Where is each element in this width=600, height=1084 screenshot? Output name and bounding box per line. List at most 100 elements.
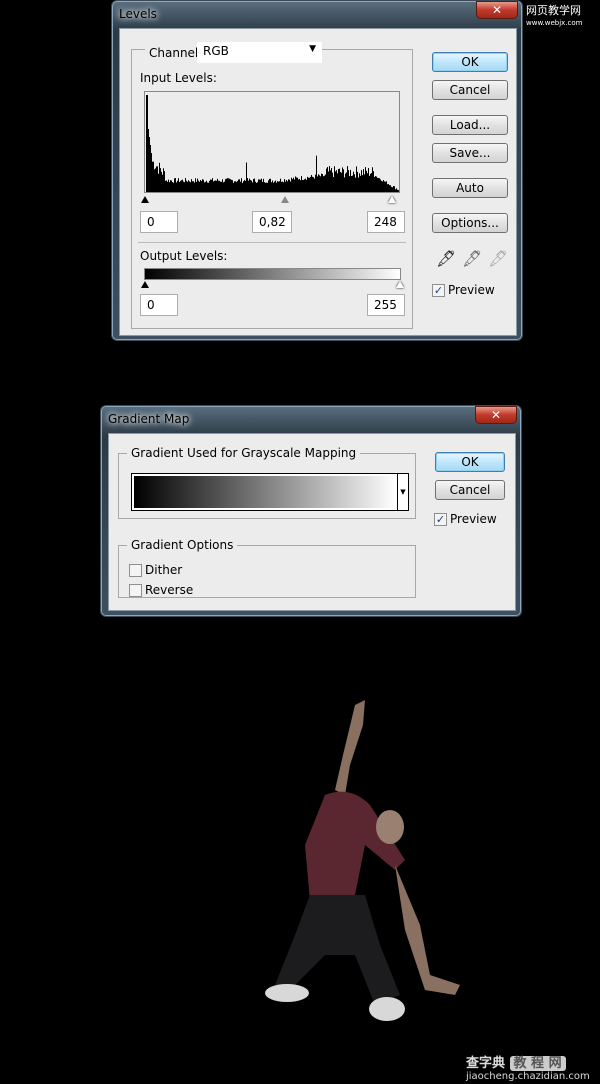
- histogram-bar: [384, 181, 385, 192]
- histogram-bar: [213, 181, 214, 192]
- output-black-field[interactable]: 0: [140, 294, 178, 316]
- histogram-bar: [224, 181, 225, 192]
- gradient-picker[interactable]: ▼: [131, 473, 409, 511]
- histogram-bar: [332, 172, 333, 192]
- input-black-slider[interactable]: [141, 196, 149, 203]
- histogram-bar: [394, 186, 395, 192]
- channel-select[interactable]: RGB ▼: [197, 42, 322, 63]
- histogram-bar: [362, 175, 363, 192]
- histogram-bar: [287, 181, 288, 192]
- load-button[interactable]: Load...: [432, 115, 508, 135]
- histogram-bar: [233, 182, 234, 192]
- preview-checkbox[interactable]: ✓: [434, 513, 447, 526]
- histogram-bar: [357, 171, 358, 192]
- histogram-bar: [251, 180, 252, 192]
- histogram-bar: [169, 182, 170, 192]
- ok-button[interactable]: OK: [432, 52, 508, 72]
- histogram-bar: [187, 181, 188, 192]
- histogram-bar: [323, 176, 324, 192]
- histogram-bar: [194, 182, 195, 192]
- histogram-bar: [246, 162, 247, 192]
- cancel-button[interactable]: Cancel: [432, 80, 508, 100]
- histogram-bar: [356, 166, 357, 192]
- histogram-bar: [285, 181, 286, 192]
- output-white-field[interactable]: 255: [367, 294, 405, 316]
- histogram-bar: [365, 167, 366, 192]
- gray-eyedropper-icon[interactable]: 🖋: [462, 249, 482, 268]
- histogram-bar: [196, 181, 197, 192]
- ok-button[interactable]: OK: [435, 452, 505, 472]
- close-button[interactable]: ✕: [475, 406, 517, 424]
- histogram-bar: [278, 181, 279, 192]
- histogram-bar: [208, 182, 209, 192]
- histogram-bar: [195, 178, 196, 192]
- histogram-bar: [349, 176, 350, 192]
- histogram-bar: [223, 182, 224, 192]
- chevron-down-icon[interactable]: ▼: [397, 474, 408, 510]
- histogram-bar: [340, 171, 341, 192]
- histogram-bar: [393, 186, 394, 192]
- histogram-bar: [385, 181, 386, 192]
- histogram-bar: [190, 182, 191, 192]
- reverse-label: Reverse: [145, 583, 194, 597]
- save-button[interactable]: Save...: [432, 143, 508, 163]
- histogram-bar: [387, 184, 388, 192]
- histogram-bar: [153, 161, 154, 192]
- histogram-bar: [329, 166, 330, 192]
- auto-button[interactable]: Auto: [432, 178, 508, 198]
- output-black-slider[interactable]: [141, 281, 149, 288]
- input-white-slider[interactable]: [388, 196, 396, 203]
- histogram-bar: [209, 180, 210, 192]
- output-gradient-bar: [144, 268, 401, 280]
- histogram-bar: [240, 181, 241, 192]
- histogram-bar: [377, 177, 378, 192]
- histogram-bar: [306, 179, 307, 192]
- preview-label: Preview: [450, 512, 497, 526]
- histogram-bar: [383, 179, 384, 192]
- histogram-bar: [257, 182, 258, 192]
- histogram-bar: [159, 162, 160, 192]
- input-gamma-slider[interactable]: [281, 196, 289, 203]
- histogram-bar: [392, 187, 393, 192]
- white-eyedropper-icon[interactable]: 🖋: [488, 249, 508, 268]
- gradient-preview[interactable]: [134, 476, 396, 508]
- input-black-field[interactable]: 0: [140, 211, 178, 233]
- input-gamma-field[interactable]: 0,82: [252, 211, 292, 233]
- reverse-checkbox[interactable]: [129, 584, 142, 597]
- cancel-button[interactable]: Cancel: [435, 480, 505, 500]
- histogram-bar: [225, 179, 226, 192]
- histogram-bar: [163, 168, 164, 192]
- histogram-bar: [363, 169, 364, 192]
- histogram-bar: [307, 176, 308, 192]
- histogram-bar: [160, 168, 161, 192]
- histogram-bar: [202, 179, 203, 192]
- histogram-bar: [398, 190, 399, 192]
- histogram-bar: [267, 182, 268, 192]
- histogram-bar: [181, 180, 182, 192]
- histogram-bar: [304, 179, 305, 192]
- preview-checkbox[interactable]: ✓: [432, 284, 445, 297]
- histogram-bar: [179, 182, 180, 192]
- dither-checkbox[interactable]: [129, 564, 142, 577]
- histogram-bar: [148, 129, 149, 192]
- histogram-bar: [370, 173, 371, 192]
- histogram-bar: [286, 179, 287, 192]
- histogram-bar: [150, 145, 151, 192]
- histogram-bar: [339, 168, 340, 192]
- histogram-bar: [151, 153, 152, 192]
- black-eyedropper-icon[interactable]: 🖋: [436, 249, 456, 268]
- output-white-slider[interactable]: [396, 281, 404, 288]
- histogram-bar: [305, 178, 306, 192]
- histogram-bar: [347, 166, 348, 192]
- histogram-bar: [229, 178, 230, 192]
- input-levels-label: Input Levels:: [140, 71, 217, 85]
- close-button[interactable]: ✕: [476, 1, 518, 19]
- options-button[interactable]: Options...: [432, 213, 508, 233]
- histogram-bar: [289, 179, 290, 192]
- histogram-bar: [214, 180, 215, 192]
- histogram-bar: [273, 182, 274, 192]
- histogram-bar: [388, 183, 389, 192]
- histogram-bar: [274, 181, 275, 192]
- histogram-bar: [389, 185, 390, 192]
- input-white-field[interactable]: 248: [367, 211, 405, 233]
